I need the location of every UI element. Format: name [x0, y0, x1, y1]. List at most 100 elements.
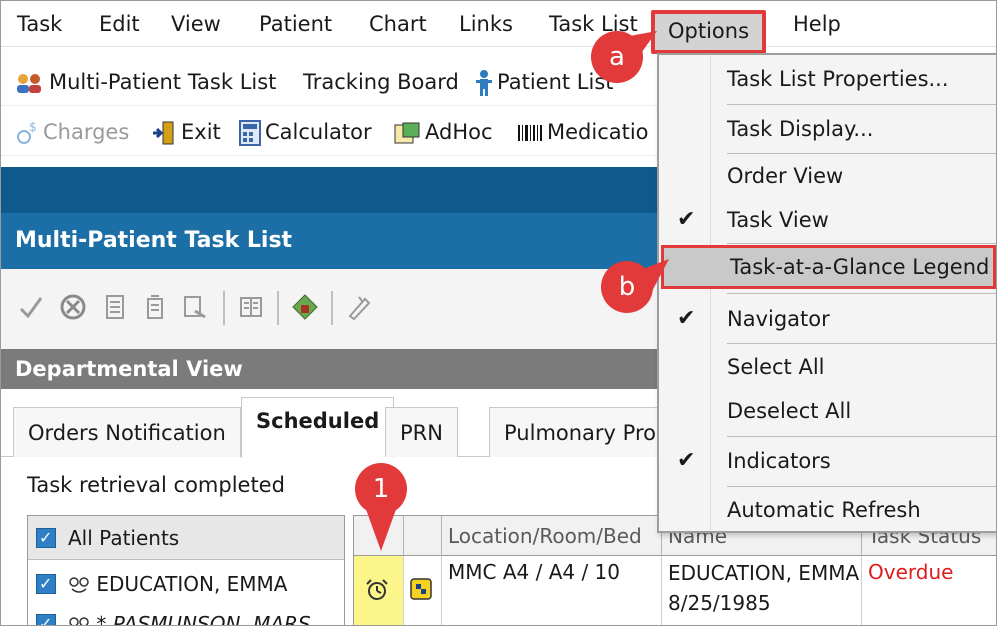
multi-patient-task-list-button[interactable]: Multi-Patient Task List — [15, 58, 276, 106]
menu-item-deselect-all[interactable]: Deselect All — [659, 389, 996, 433]
menu-task[interactable]: Task — [17, 1, 62, 47]
task-type-cell — [404, 556, 442, 625]
page-title: Multi-Patient Task List — [15, 228, 293, 253]
birth-date: 8/25/1985 — [668, 591, 771, 615]
menu-help[interactable]: Help — [793, 1, 841, 47]
exit-door-icon — [153, 121, 174, 145]
menu-bar: Task Edit View Patient Chart Links Task … — [1, 1, 996, 54]
patient-checkbox[interactable] — [36, 602, 56, 625]
menu-edit[interactable]: Edit — [99, 1, 140, 47]
person-figure-icon — [476, 70, 492, 96]
tab-scheduled[interactable]: Scheduled — [241, 397, 395, 458]
adhoc-button[interactable]: AdHoc — [393, 108, 493, 156]
menu-chart[interactable]: Chart — [369, 1, 427, 47]
location-cell: MMC A4 / A4 / 10 — [442, 556, 662, 625]
tab-prn[interactable]: PRN — [385, 407, 458, 457]
menu-view[interactable]: View — [171, 1, 221, 47]
calculator-button[interactable]: Calculator — [239, 108, 372, 156]
application-window: Task Edit View Patient Chart Links Task … — [0, 0, 997, 626]
charges-button[interactable]: $ Charges — [15, 108, 129, 156]
menu-separator — [727, 243, 996, 244]
section-title: Departmental View — [15, 357, 243, 381]
pen-tool-icon[interactable] — [345, 293, 373, 321]
menu-item-indicators[interactable]: ✔ Indicators — [659, 439, 996, 483]
exit-label: Exit — [181, 120, 221, 144]
money-bag-icon: $ — [17, 121, 37, 144]
menu-item-automatic-refresh[interactable]: Automatic Refresh — [659, 488, 996, 532]
menu-patient[interactable]: Patient — [259, 1, 332, 47]
table-row[interactable]: MMC A4 / A4 / 10 EDUCATION, EMMA 8/25/19… — [354, 556, 996, 625]
pet-face-icon — [69, 576, 89, 593]
adhoc-label: AdHoc — [425, 120, 493, 144]
multi-patient-label: Multi-Patient Task List — [49, 70, 277, 94]
document-preview-icon[interactable] — [181, 293, 209, 321]
column-header-indicator[interactable] — [354, 516, 404, 556]
menu-separator — [727, 104, 996, 105]
menu-item-label: Navigator — [727, 307, 830, 331]
patient-checkbox[interactable] — [36, 562, 56, 606]
overdue-indicator-cell — [354, 556, 404, 625]
checkmark-icon: ✔ — [677, 207, 696, 232]
menu-separator — [727, 486, 996, 487]
adhoc-form-icon — [394, 122, 420, 144]
medication-label: Medicatio — [547, 120, 649, 144]
toolbar-separator — [331, 291, 333, 325]
status-message: Task retrieval completed — [27, 473, 285, 497]
calculator-label: Calculator — [265, 120, 372, 144]
cancel-circle-icon[interactable] — [59, 293, 87, 321]
book-icon[interactable] — [237, 293, 265, 321]
calculator-icon — [239, 120, 261, 146]
menu-item-navigator[interactable]: ✔ Navigator — [659, 297, 996, 341]
tab-pulmonary[interactable]: Pulmonary Pro — [489, 407, 659, 457]
menu-item-label: Task Display... — [727, 117, 874, 141]
menu-item-label: Task-at-a-Glance Legend — [730, 255, 990, 279]
patient-row[interactable]: EDUCATION, EMMA — [28, 562, 344, 606]
alarm-clock-icon — [366, 579, 388, 600]
column-header-location[interactable]: Location/Room/Bed — [442, 516, 662, 556]
callout-a: a — [591, 31, 643, 83]
tracking-board-button[interactable]: Tracking Board — [303, 58, 459, 106]
home-diamond-icon[interactable] — [291, 293, 319, 321]
tab-orders-notification[interactable]: Orders Notification — [13, 407, 241, 457]
options-menu: Task List Properties... Task Display... … — [657, 53, 996, 533]
patient-name: * PASMUNSON, MARS — [96, 612, 311, 626]
menu-item-task-display[interactable]: Task Display... — [659, 107, 996, 151]
menu-item-label: Task View — [727, 208, 829, 232]
checkmark-icon: ✔ — [677, 306, 696, 331]
all-patients-label: All Patients — [68, 526, 180, 550]
toolbar-separator — [223, 291, 225, 325]
menu-item-task-at-a-glance-legend[interactable]: Task-at-a-Glance Legend — [661, 245, 996, 289]
menu-options[interactable]: Options — [651, 10, 767, 54]
menu-item-task-view[interactable]: ✔ Task View — [659, 198, 996, 242]
exit-button[interactable]: Exit — [151, 108, 221, 156]
patient-name: EDUCATION, EMMA — [96, 572, 288, 596]
checkmark-icon[interactable] — [17, 293, 45, 321]
menu-item-label: Task List Properties... — [727, 67, 949, 91]
pet-face-icon — [69, 616, 89, 625]
patient-label: EDUCATION, EMMA — [68, 562, 288, 606]
medication-button[interactable]: Medicatio — [517, 108, 649, 156]
menu-item-order-view[interactable]: Order View — [659, 154, 996, 198]
menu-links[interactable]: Links — [459, 1, 513, 47]
column-header-icon[interactable] — [404, 516, 442, 556]
patient-name: EDUCATION, EMMA — [668, 561, 860, 585]
svg-text:$: $ — [29, 121, 37, 134]
document-edit-icon[interactable] — [141, 293, 169, 321]
patient-row[interactable]: * PASMUNSON, MARS — [28, 602, 344, 626]
menu-item-label: Select All — [727, 355, 825, 379]
toolbar-separator — [277, 291, 279, 325]
menu-item-task-list-properties[interactable]: Task List Properties... — [659, 57, 996, 101]
task-type-icon — [410, 578, 432, 600]
patient-list-panel: All Patients EDUCATION, EMMA * PASMUNSON… — [27, 515, 345, 626]
all-patients-row[interactable]: All Patients — [28, 516, 344, 560]
menu-item-label: Automatic Refresh — [727, 498, 921, 522]
document-list-icon[interactable] — [101, 293, 129, 321]
menu-separator — [727, 293, 996, 294]
menu-item-label: Deselect All — [727, 399, 852, 423]
checkmark-icon: ✔ — [677, 448, 696, 473]
menu-item-select-all[interactable]: Select All — [659, 345, 996, 389]
people-icon — [17, 74, 41, 93]
patient-label: * PASMUNSON, MARS — [68, 602, 311, 626]
all-patients-checkbox[interactable] — [36, 516, 56, 559]
menu-item-label: Order View — [727, 164, 844, 188]
